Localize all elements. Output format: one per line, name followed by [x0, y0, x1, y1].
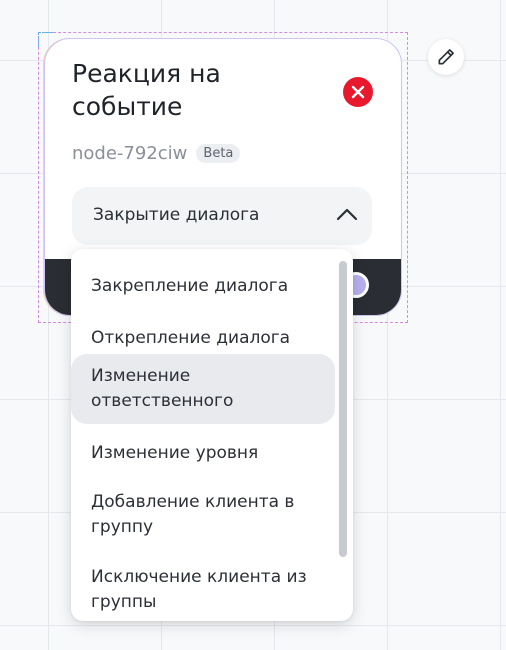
close-button[interactable]	[343, 77, 373, 107]
event-select[interactable]: Закрытие диалога	[72, 187, 372, 245]
dropdown-option-label: Исключение клиента из группы	[91, 567, 307, 612]
event-dropdown-menu[interactable]: Закрепление диалога Открепление диалога …	[71, 249, 353, 621]
dropdown-option-label: Открепление диалога	[91, 327, 291, 348]
node-id: node-792ciw	[72, 143, 188, 164]
dropdown-option-label: Закрепление диалога	[91, 275, 289, 296]
pencil-icon	[438, 49, 454, 65]
dropdown-option-label: Изменение уровня	[91, 442, 259, 463]
node-id-row: node-792ciw Beta	[72, 143, 241, 164]
dropdown-scrollbar[interactable]	[339, 261, 347, 557]
dropdown-option-label: Добавление клиента в группу	[91, 492, 295, 537]
dropdown-option[interactable]: Закрепление диалога	[71, 261, 335, 311]
node-title: Реакция на событие	[72, 59, 221, 121]
chevron-up-icon[interactable]	[336, 207, 358, 221]
dropdown-scrollbar-thumb[interactable]	[339, 261, 347, 557]
event-select-value: Закрытие диалога	[93, 205, 260, 225]
beta-badge: Beta	[196, 144, 241, 163]
dropdown-option-highlighted[interactable]: Изменение ответственного	[71, 354, 335, 424]
dropdown-option-label: Изменение ответственного	[91, 366, 234, 411]
dropdown-option[interactable]: Добавление клиента в группу	[71, 480, 335, 550]
dropdown-option[interactable]: Изменение уровня	[71, 428, 335, 478]
dropdown-option[interactable]: Исключение клиента из группы	[71, 555, 335, 621]
edit-button[interactable]	[428, 39, 464, 75]
close-icon	[351, 85, 365, 99]
